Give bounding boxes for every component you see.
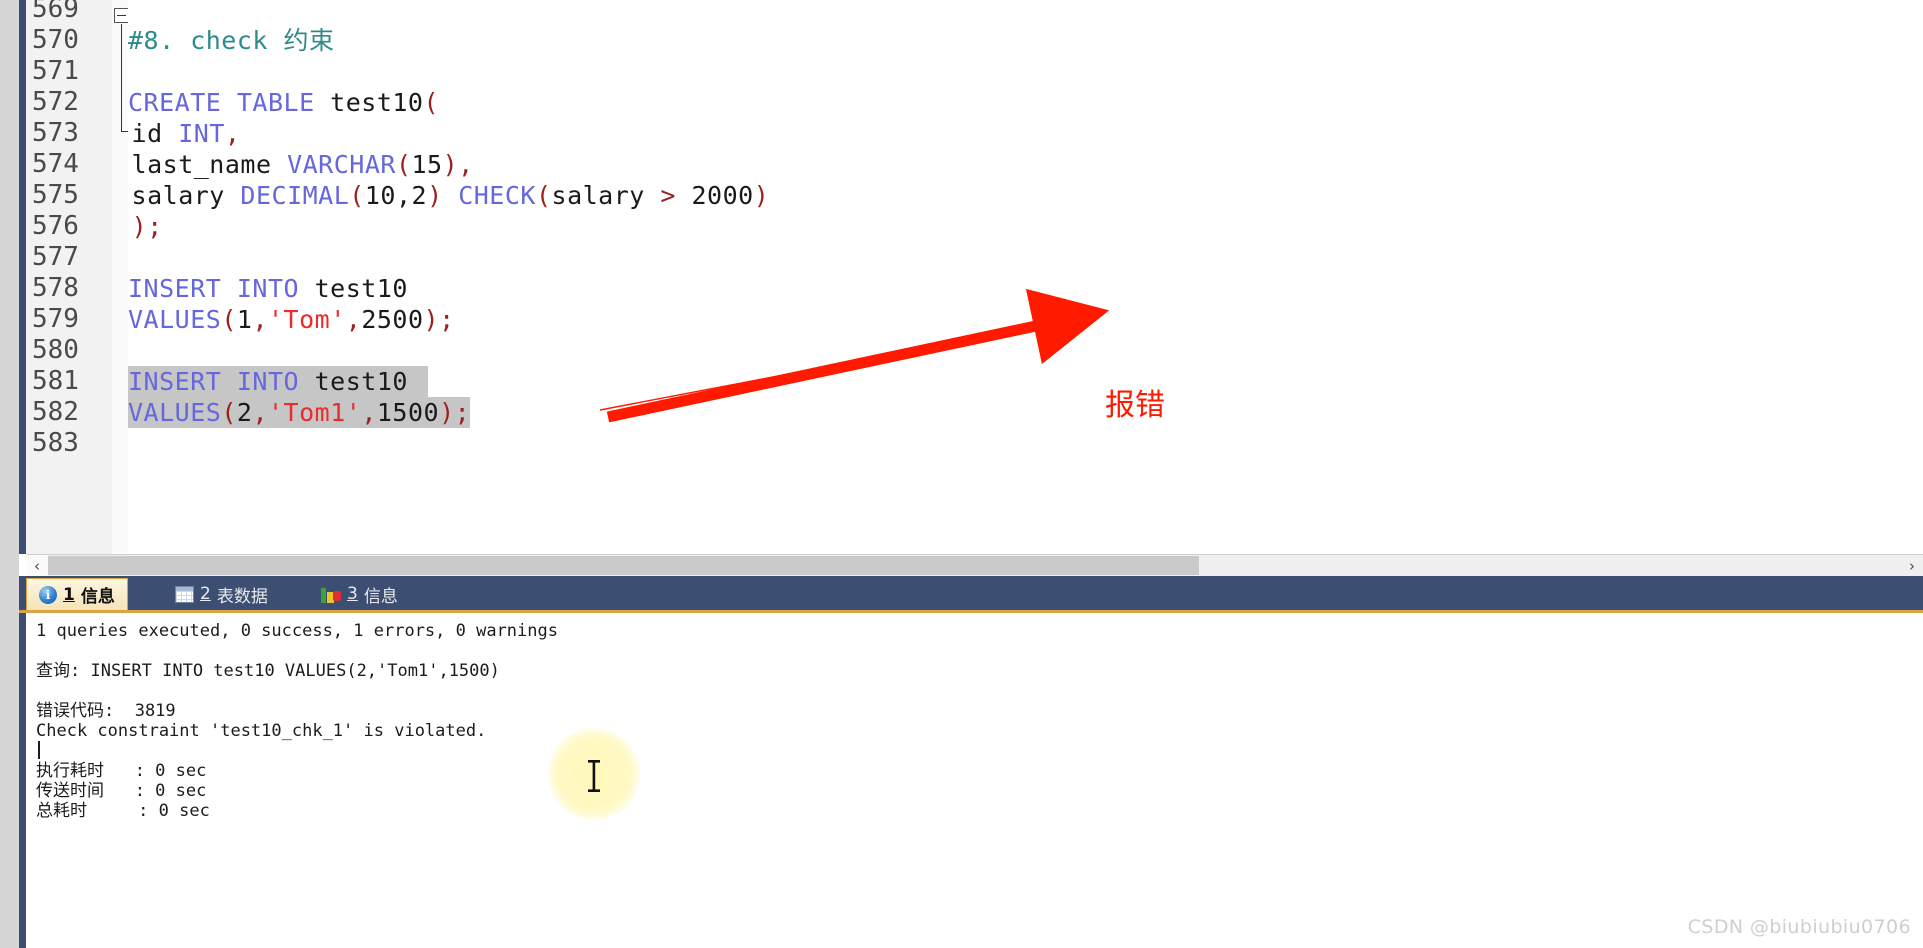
info-icon: i <box>39 585 57 604</box>
code-line-574[interactable]: last_name VARCHAR(15), <box>116 149 474 180</box>
code-line-570[interactable]: #8. check 约束 <box>128 25 335 56</box>
code-line-576[interactable]: ); <box>116 211 163 242</box>
editor-accent-bar <box>19 0 26 554</box>
results-tabstrip: i 1 信息 2 表数据 3 信息 <box>19 576 1923 610</box>
tab-label: 信息 <box>80 587 115 607</box>
line-number: 574 <box>32 149 79 179</box>
results-pane: i 1 信息 2 表数据 3 信息 1 queries executed, 0 … <box>0 576 1923 948</box>
code-line-582[interactable]: VALUES(2,'Tom1',1500); <box>128 397 471 428</box>
code-fold-strip <box>112 0 131 554</box>
code-line-578[interactable]: INSERT INTO test10 <box>128 273 408 304</box>
line-number: 580 <box>32 335 79 365</box>
line-number: 583 <box>32 428 79 458</box>
watermark: CSDN @biubiubiu0706 <box>1687 916 1911 938</box>
tab-2-table-data[interactable]: 2 表数据 <box>163 578 280 610</box>
tab-number: 2 <box>200 584 211 604</box>
line-number: 572 <box>32 87 79 117</box>
scroll-left-arrow-icon[interactable]: ‹ <box>26 555 48 576</box>
output-transfer-time-line: 传送时间 : 0 sec <box>36 781 207 801</box>
i-beam-cursor-icon <box>588 760 600 792</box>
code-line-581[interactable]: INSERT INTO test10 <box>128 366 428 397</box>
scroll-right-arrow-icon[interactable]: › <box>1901 555 1923 576</box>
line-number: 571 <box>32 56 79 86</box>
fold-guide-line <box>121 24 122 132</box>
line-number: 569 <box>32 0 79 24</box>
code-line-579[interactable]: VALUES(1,'Tom',2500); <box>128 304 455 335</box>
line-number: 582 <box>32 397 79 427</box>
tab-label: 表数据 <box>216 586 268 607</box>
line-number: 575 <box>32 180 79 210</box>
editor-outer-rail <box>0 0 19 576</box>
fold-collapse-icon[interactable] <box>114 8 129 23</box>
output-caret <box>38 741 40 759</box>
output-query-line: 查询: INSERT INTO test10 VALUES(2,'Tom1',1… <box>36 661 500 681</box>
results-left-rail <box>0 576 19 948</box>
output-error-code-line: 错误代码: 3819 <box>36 701 176 721</box>
tab-number: 3 <box>347 584 358 604</box>
output-execution-time-line: 执行耗时 : 0 sec <box>36 761 207 781</box>
code-line-573[interactable]: id INT, <box>116 118 240 149</box>
line-number: 578 <box>32 273 79 303</box>
line-number: 581 <box>32 366 79 396</box>
output-summary-line: 1 queries executed, 0 success, 1 errors,… <box>36 621 558 641</box>
code-text-area[interactable]: #8. check 约束 CREATE TABLE test10( id INT… <box>128 0 1923 554</box>
tab-label: 信息 <box>363 586 398 607</box>
line-number: 570 <box>32 25 79 55</box>
code-line-572[interactable]: CREATE TABLE test10( <box>128 87 439 118</box>
sql-editor-pane: 569 570 571 572 573 574 575 576 577 578 … <box>0 0 1923 576</box>
chart-icon <box>321 586 341 603</box>
output-error-message-line: Check constraint 'test10_chk_1' is viola… <box>36 721 487 741</box>
editor-horizontal-scrollbar[interactable]: ‹ › <box>26 554 1923 576</box>
scrollbar-thumb[interactable] <box>48 556 1199 575</box>
tab-number: 1 <box>63 584 75 605</box>
results-output-text[interactable]: 1 queries executed, 0 success, 1 errors,… <box>19 613 1923 948</box>
grid-icon <box>175 585 194 603</box>
line-number: 577 <box>32 242 79 272</box>
code-line-575[interactable]: salary DECIMAL(10,2) CHECK(salary > 2000… <box>116 180 769 211</box>
tab-3-message[interactable]: 3 信息 <box>309 578 410 610</box>
output-total-time-line: 总耗时 : 0 sec <box>36 801 210 821</box>
tab-1-message[interactable]: i 1 信息 <box>26 578 128 610</box>
line-number: 573 <box>32 118 79 148</box>
line-number: 579 <box>32 304 79 334</box>
line-number: 576 <box>32 211 79 241</box>
